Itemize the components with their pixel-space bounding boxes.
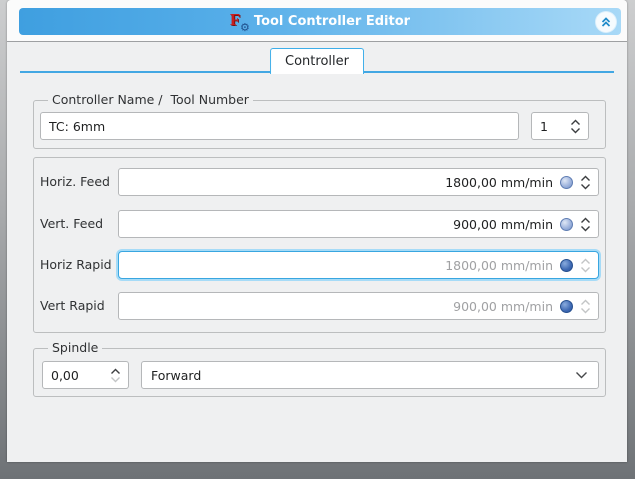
expression-icon[interactable] [560, 176, 573, 189]
tab-controller[interactable]: Controller [270, 48, 364, 74]
spin-up-icon[interactable] [580, 299, 591, 306]
horiz-rapid-value: 1800,00 mm/min [445, 258, 553, 273]
spin-up-icon[interactable] [570, 119, 581, 126]
horiz-feed-value: 1800,00 mm/min [445, 175, 553, 190]
spin-down-icon[interactable] [110, 376, 121, 383]
name-tool-number-group: Controller Name / Tool Number TC: 6mm 1 [33, 100, 606, 149]
freecad-logo-icon: F ⚙ [230, 13, 247, 30]
expression-icon[interactable] [560, 259, 573, 272]
spin-down-icon[interactable] [580, 266, 591, 273]
vert-feed-label: Vert. Feed [40, 210, 103, 238]
expression-icon[interactable] [560, 300, 573, 313]
controller-name-value: TC: 6mm [49, 119, 105, 134]
title-wrap: F ⚙ Tool Controller Editor [230, 13, 410, 30]
spindle-direction-dropdown[interactable]: Forward [141, 361, 599, 389]
spindle-direction-value: Forward [151, 368, 201, 383]
tool-number-value: 1 [540, 119, 548, 134]
vert-feed-input[interactable]: 900,00 mm/min [118, 210, 599, 238]
expression-icon[interactable] [560, 218, 573, 231]
dialog-title: Tool Controller Editor [254, 14, 410, 29]
name-tool-number-group-label: Controller Name / Tool Number [48, 92, 253, 107]
horiz-feed-label: Horiz. Feed [40, 168, 110, 196]
spin-up-icon[interactable] [110, 368, 121, 375]
vert-rapid-label: Vert Rapid [40, 292, 105, 320]
spin-up-icon[interactable] [580, 258, 591, 265]
horiz-rapid-input[interactable]: 1800,00 mm/min [118, 251, 599, 279]
spindle-speed-spinbox[interactable]: 0,00 [42, 361, 129, 389]
spin-up-icon[interactable] [580, 175, 591, 182]
vert-feed-value: 900,00 mm/min [453, 217, 553, 232]
spin-down-icon[interactable] [570, 127, 581, 134]
feeds-group: Horiz. Feed 1800,00 mm/min Vert. Feed 90… [33, 157, 606, 333]
tool-controller-editor-dialog: F ⚙ Tool Controller Editor Controller Co… [7, 0, 627, 462]
tool-number-spinbox[interactable]: 1 [531, 112, 589, 140]
spindle-group: Spindle 0,00 Forward [33, 348, 606, 397]
dialog-header: F ⚙ Tool Controller Editor [7, 0, 627, 42]
horiz-rapid-label: Horiz Rapid [40, 251, 112, 279]
dropdown-chevron-icon [575, 371, 588, 379]
dialog-titlebar[interactable]: F ⚙ Tool Controller Editor [19, 8, 621, 35]
spin-down-icon[interactable] [580, 183, 591, 190]
controller-name-input[interactable]: TC: 6mm [40, 112, 519, 140]
spin-up-icon[interactable] [580, 217, 591, 224]
spindle-speed-value: 0,00 [51, 368, 79, 383]
vert-rapid-input[interactable]: 900,00 mm/min [118, 292, 599, 320]
spin-down-icon[interactable] [580, 307, 591, 314]
vert-rapid-value: 900,00 mm/min [453, 299, 553, 314]
collapse-button[interactable] [596, 12, 616, 32]
spindle-group-label: Spindle [48, 340, 102, 355]
horiz-feed-input[interactable]: 1800,00 mm/min [118, 168, 599, 196]
double-chevron-up-icon [600, 16, 612, 28]
spin-down-icon[interactable] [580, 225, 591, 232]
tab-controller-label: Controller [285, 54, 349, 69]
